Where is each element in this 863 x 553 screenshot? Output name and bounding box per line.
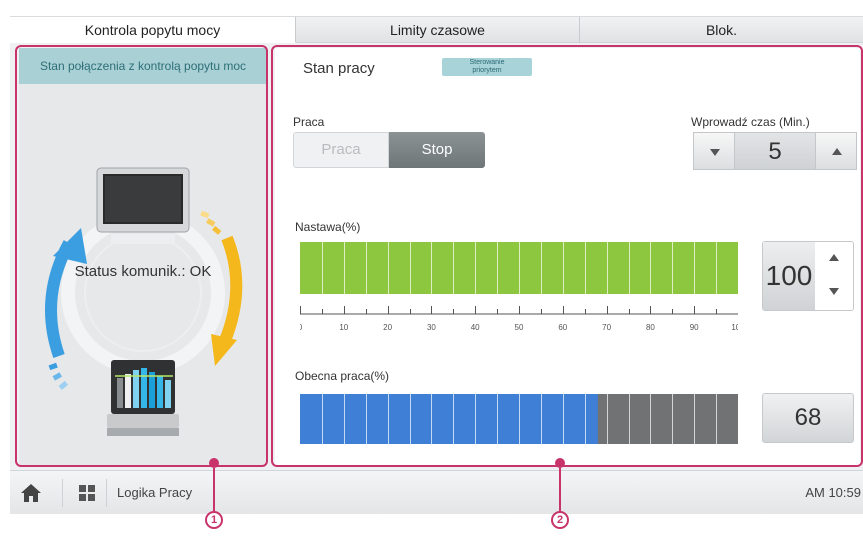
callout-line-1 [213,468,215,511]
bottom-bar: Logika Pracy AM 10:59 [10,470,863,514]
clock: AM 10:59 [805,485,861,500]
callout-dot-2 [555,458,565,468]
callout-number-1: 1 [205,511,223,529]
divider [106,479,107,507]
breadcrumb-title: Logika Pracy [117,485,193,500]
stage: Kontrola popytu mocy Limity czasowe Blok… [0,0,863,553]
tab-demand-control[interactable]: Kontrola popytu mocy [10,17,296,43]
divider [62,479,63,507]
highlight-frame-1 [15,45,268,467]
callout-line-2 [559,468,561,511]
home-icon[interactable] [20,483,42,503]
callout-number-2: 2 [551,511,569,529]
menu-grid-icon[interactable] [78,484,96,502]
highlight-frame-2 [271,45,863,467]
tab-lock[interactable]: Blok. [580,17,863,43]
callout-dot-1 [209,458,219,468]
tab-time-limits[interactable]: Limity czasowe [296,17,580,43]
